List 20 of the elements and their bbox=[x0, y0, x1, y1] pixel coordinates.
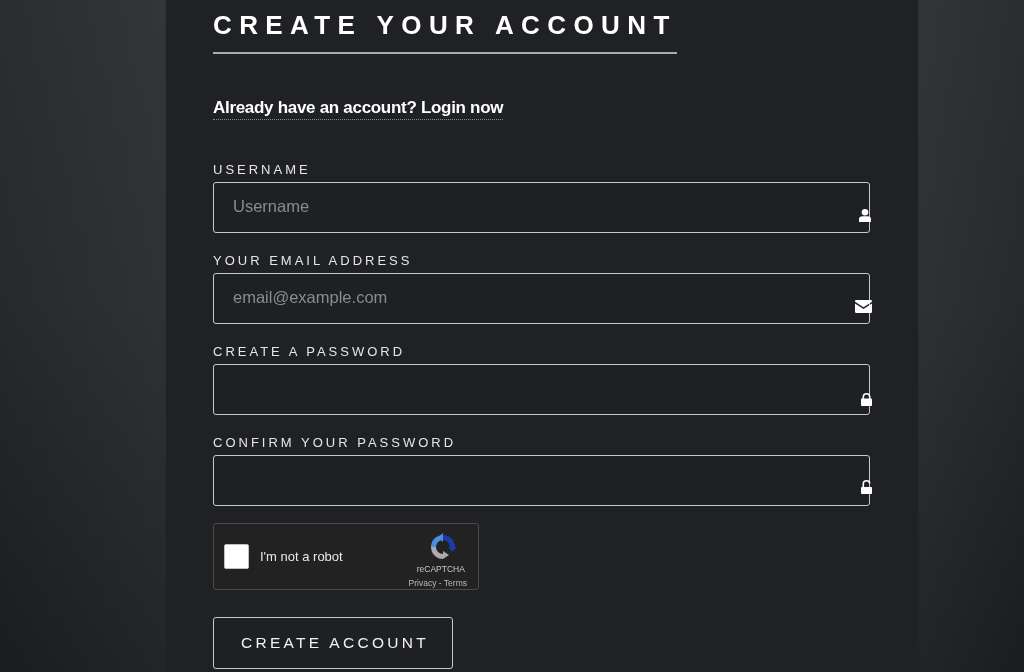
envelope-icon bbox=[855, 300, 872, 313]
circular-arrows-icon bbox=[428, 533, 457, 561]
field-label: CREATE A PASSWORD bbox=[213, 344, 407, 360]
create-account-button[interactable]: CREATE ACCOUNT bbox=[213, 617, 453, 669]
password-field[interactable] bbox=[213, 364, 870, 415]
page-title: CREATE YOUR ACCOUNT bbox=[213, 8, 677, 54]
field-label: YOUR EMAIL ADDRESS bbox=[213, 253, 414, 269]
email-field[interactable]: email@example.com bbox=[213, 273, 870, 324]
login-link[interactable]: Already have an account? Login now bbox=[213, 98, 504, 120]
confirm-password-field[interactable] bbox=[213, 455, 870, 506]
username-field[interactable]: Username bbox=[213, 182, 870, 233]
field-label: CONFIRM YOUR PASSWORD bbox=[213, 435, 458, 451]
padlock-icon bbox=[861, 393, 872, 406]
captcha-footer-links[interactable]: Privacy - Terms bbox=[408, 578, 467, 588]
captcha-checkbox[interactable] bbox=[224, 544, 249, 569]
captcha-label: I'm not a robot bbox=[260, 549, 344, 564]
open-padlock-icon bbox=[861, 480, 872, 494]
person-icon bbox=[859, 209, 871, 222]
captcha-brand: reCAPTCHA bbox=[416, 564, 465, 574]
field-label: USERNAME bbox=[213, 162, 312, 178]
